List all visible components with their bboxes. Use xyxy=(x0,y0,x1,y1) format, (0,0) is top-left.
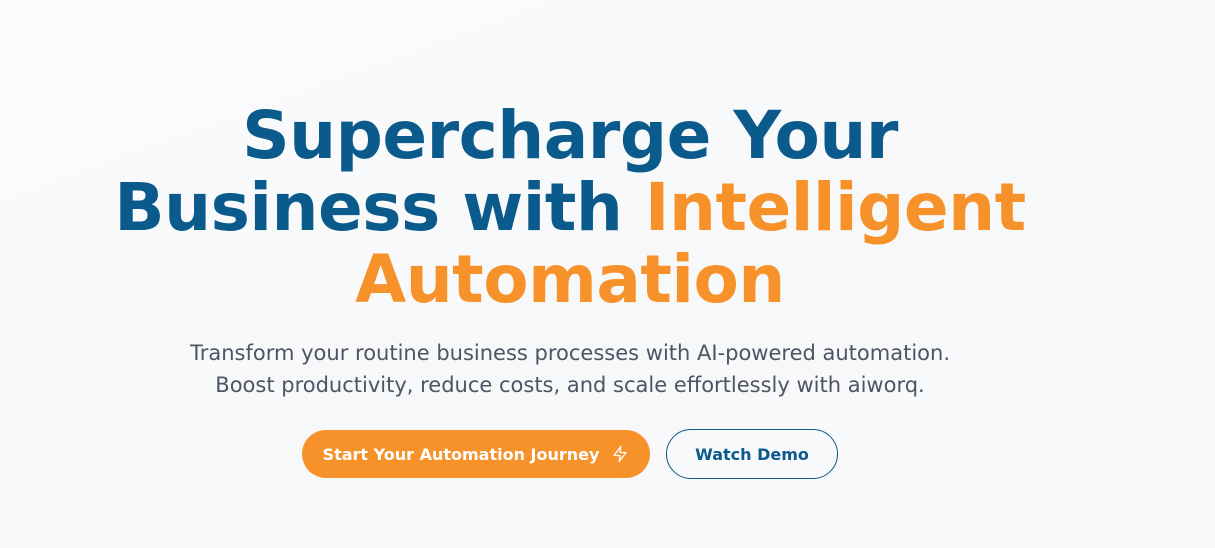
headline-line-1: Supercharge Your xyxy=(242,97,898,174)
subtitle-line-1: Transform your routine business processe… xyxy=(190,341,950,365)
headline-accent-intelligent: Intelligent xyxy=(644,169,1026,246)
start-automation-journey-label: Start Your Automation Journey xyxy=(322,444,600,464)
watch-demo-label: Watch Demo xyxy=(695,444,809,464)
headline-accent-automation: Automation xyxy=(355,241,785,318)
bolt-icon xyxy=(611,445,629,463)
watch-demo-button[interactable]: Watch Demo xyxy=(666,429,838,479)
hero-headline: Supercharge Your Business with Intellige… xyxy=(0,100,1140,316)
headline-line-2: Business with Intelligent xyxy=(0,172,1140,244)
hero-section: Supercharge Your Business with Intellige… xyxy=(0,0,1140,548)
headline-line-2-plain: Business with xyxy=(114,169,645,246)
start-automation-journey-button[interactable]: Start Your Automation Journey xyxy=(302,430,650,478)
hero-subtitle: Transform your routine business processe… xyxy=(0,337,1140,401)
cta-row: Start Your Automation Journey Watch Demo xyxy=(302,429,838,479)
subtitle-line-2: Boost productivity, reduce costs, and sc… xyxy=(215,373,925,397)
